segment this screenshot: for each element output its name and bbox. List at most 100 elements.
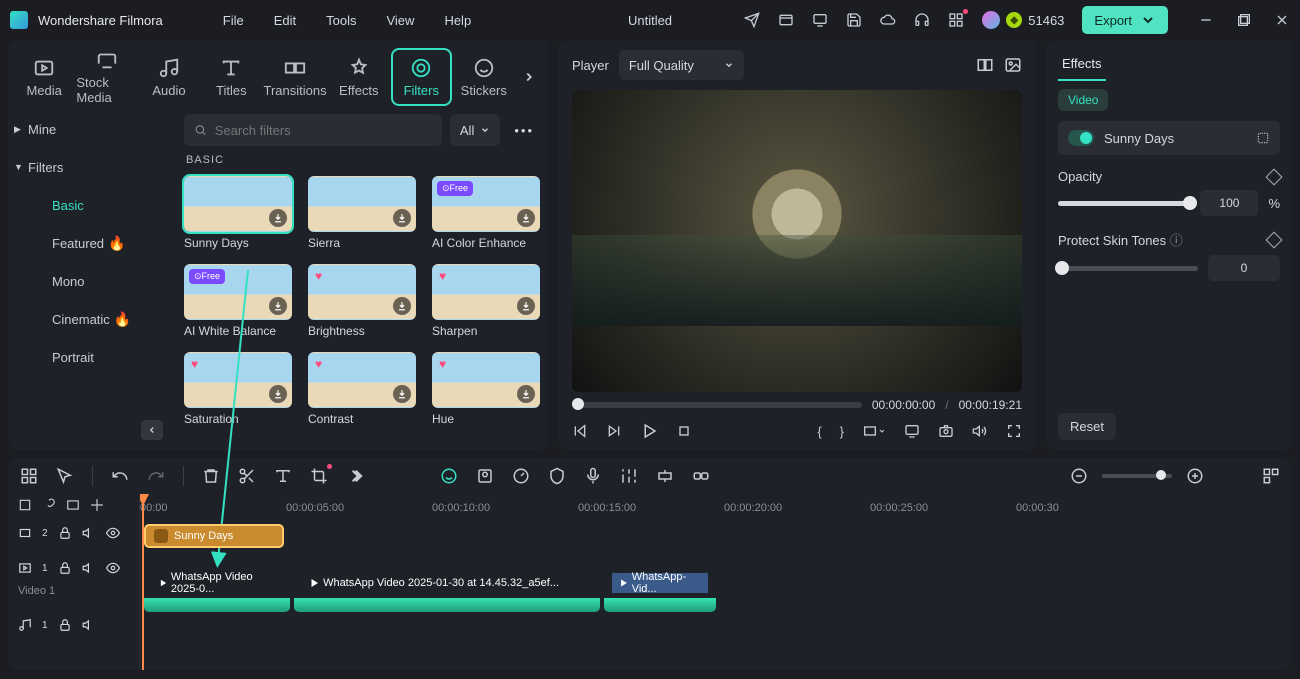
sidebar-item-basic[interactable]: Basic [8,186,169,224]
mask-icon[interactable] [548,467,566,485]
sidebar-item-filters[interactable]: ▼Filters [8,148,169,186]
filter-thumb[interactable]: ♥Contrast [308,352,416,426]
filter-thumb[interactable]: ⊙FreeAI White Balance [184,264,292,338]
sidebar-item-mono[interactable]: Mono [8,262,169,300]
reset-button[interactable]: Reset [1058,413,1116,440]
video-preview[interactable] [572,90,1022,392]
tab-stock-media[interactable]: Stock Media [76,48,136,106]
sidebar-item-featured[interactable]: Featured🔥 [8,224,169,262]
filter-toggle[interactable] [1068,130,1094,146]
tab-titles[interactable]: Titles [201,48,261,106]
timeline-ruler[interactable]: 00:0000:00:05:0000:00:10:0000:00:15:0000… [140,494,1292,522]
ai-portrait-icon[interactable] [476,467,494,485]
compare-view-icon[interactable] [976,56,994,74]
tab-transitions[interactable]: Transitions [264,48,327,106]
lock-icon[interactable] [58,526,72,540]
tabs-more-icon[interactable] [516,70,542,84]
export-button[interactable]: Export [1082,6,1168,34]
download-icon[interactable] [517,297,535,315]
visibility-icon[interactable] [106,526,120,540]
minimize-button[interactable] [1198,12,1214,28]
link-icon[interactable] [692,467,710,485]
stop-icon[interactable] [676,423,692,439]
text-icon[interactable] [274,467,292,485]
keyframe-icon[interactable] [1266,231,1283,248]
download-icon[interactable] [393,385,411,403]
tab-media[interactable]: Media [14,48,74,106]
face-icon[interactable] [440,467,458,485]
audio-mix-icon[interactable] [620,467,638,485]
protect-slider[interactable] [1058,266,1198,271]
keyframe-icon[interactable] [1266,168,1283,185]
keyframe-tool-icon[interactable] [656,467,674,485]
track-icon-4[interactable] [90,498,104,512]
zoom-slider[interactable] [1102,474,1172,478]
split-icon[interactable] [238,467,256,485]
redo-icon[interactable] [147,467,165,485]
play-backward-icon[interactable] [606,423,622,439]
close-button[interactable] [1274,12,1290,28]
visibility-icon[interactable] [106,561,120,575]
account-credits[interactable]: ◆ 51463 [982,11,1064,29]
aspect-icon[interactable] [862,423,886,439]
send-icon[interactable] [744,12,760,28]
download-icon[interactable] [269,385,287,403]
filter-thumb[interactable]: Sierra [308,176,416,250]
menu-view[interactable]: View [386,13,414,28]
sidebar-item-cinematic[interactable]: Cinematic🔥 [8,300,169,338]
sidebar-collapse-button[interactable] [141,420,163,440]
mute-icon[interactable] [82,561,96,575]
tab-effects[interactable]: Effects [329,48,389,106]
tab-filters[interactable]: Filters [391,48,452,106]
opacity-value[interactable]: 100 [1200,190,1258,216]
video-clip[interactable]: WhatsApp Video 2025-01-30 at 14.45.32_a5… [294,554,600,612]
mute-icon[interactable] [82,618,96,632]
grid-icon[interactable] [948,12,964,28]
prev-frame-icon[interactable] [572,423,588,439]
track-icon-1[interactable] [18,498,32,512]
filter-clip[interactable]: Sunny Days [144,524,284,548]
layout-grid-icon[interactable] [20,467,38,485]
video-clip[interactable]: WhatsApp Video 2025-0... [144,554,290,612]
menu-help[interactable]: Help [444,13,471,28]
track-settings-icon[interactable] [1262,467,1280,485]
quality-dropdown[interactable]: Full Quality [619,50,744,80]
search-input-wrap[interactable] [184,114,442,146]
sidebar-item-mine[interactable]: ▶Mine [8,110,169,148]
effects-store-icon[interactable] [778,12,794,28]
download-icon[interactable] [269,209,287,227]
zoom-in-icon[interactable] [1186,467,1204,485]
filter-thumb[interactable]: ♥Brightness [308,264,416,338]
download-icon[interactable] [517,209,535,227]
mark-out-icon[interactable]: } [840,424,844,439]
speed-icon[interactable] [512,467,530,485]
filter-thumb[interactable]: ♥Sharpen [432,264,540,338]
menu-file[interactable]: File [223,13,244,28]
cloud-icon[interactable] [880,12,896,28]
play-icon[interactable] [640,422,658,440]
effects-tab[interactable]: Effects [1058,48,1106,81]
snapshot-icon[interactable] [938,423,954,439]
track-icon-3[interactable] [66,498,80,512]
seek-bar[interactable] [572,402,862,408]
save-icon[interactable] [846,12,862,28]
screen-icon[interactable] [812,12,828,28]
display-icon[interactable] [904,423,920,439]
filter-thumb[interactable]: Sunny Days [184,176,292,250]
menu-tools[interactable]: Tools [326,13,356,28]
crop-icon[interactable] [310,467,328,485]
filter-thumb[interactable]: ⊙FreeAI Color Enhance [432,176,540,250]
filter-thumb[interactable]: ♥Saturation [184,352,292,426]
delete-icon[interactable] [202,467,220,485]
fullscreen-icon[interactable] [1006,423,1022,439]
video-chip[interactable]: Video [1058,89,1108,111]
filter-thumb[interactable]: ♥Hue [432,352,540,426]
more-tools-icon[interactable] [346,467,364,485]
expand-icon[interactable] [1256,131,1270,145]
download-icon[interactable] [393,209,411,227]
picture-icon[interactable] [1004,56,1022,74]
volume-icon[interactable] [972,423,988,439]
track-icon-2[interactable] [42,498,56,512]
undo-icon[interactable] [111,467,129,485]
zoom-out-icon[interactable] [1070,467,1088,485]
